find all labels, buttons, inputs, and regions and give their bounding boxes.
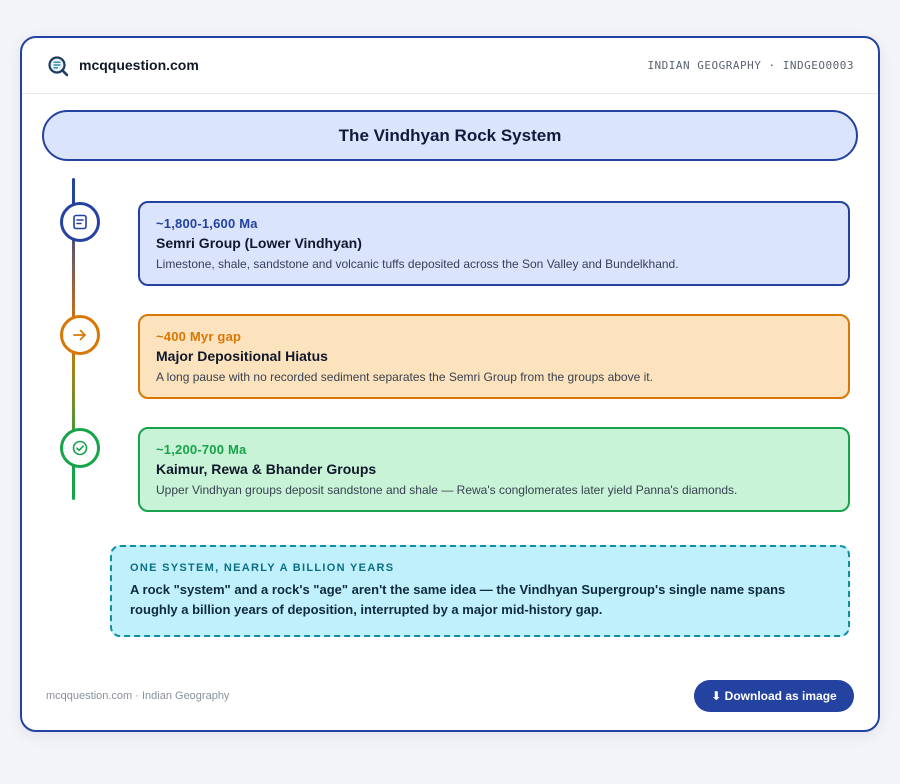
subject-code: INDIAN GEOGRAPHY · INDGEO0003 (647, 59, 854, 72)
timeline-step-2: ~400 Myr gap Major Depositional Hiatus A… (138, 314, 850, 399)
step-name: Major Depositional Hiatus (156, 348, 328, 364)
footer-credit: mcqquestion.com · Indian Geography (46, 690, 230, 702)
note-body: A rock "system" and a rock's "age" aren'… (130, 582, 786, 617)
title-banner: The Vindhyan Rock System (42, 110, 858, 161)
step-date: ~1,800-1,600 Ma (156, 216, 258, 231)
step-date: ~400 Myr gap (156, 329, 242, 344)
download-button[interactable]: ⬇ Download as image (694, 680, 854, 712)
note-kicker: ONE SYSTEM, NEARLY A BILLION YEARS (130, 562, 395, 574)
timeline-node-2 (60, 315, 100, 355)
timeline-step-1: ~1,800-1,600 Ma Semri Group (Lower Vindh… (138, 201, 850, 286)
step-name: Semri Group (Lower Vindhyan) (156, 235, 362, 251)
arrow-right-icon (73, 329, 86, 341)
step-date: ~1,200-700 Ma (156, 442, 247, 457)
step-description: Upper Vindhyan groups deposit sandstone … (156, 483, 738, 497)
page-title: The Vindhyan Rock System (338, 125, 562, 145)
timeline-step-3: ~1,200-700 Ma Kaimur, Rewa & Bhander Gro… (138, 427, 850, 512)
step-name: Kaimur, Rewa & Bhander Groups (156, 461, 377, 477)
timeline-node-1 (60, 202, 100, 242)
document-icon (73, 214, 87, 230)
timeline-node-3 (60, 428, 100, 468)
infographic-card: mcqquestion.com INDIAN GEOGRAPHY · INDGE… (20, 36, 880, 732)
brand-name[interactable]: mcqquestion.com (79, 57, 199, 73)
callout-note: ONE SYSTEM, NEARLY A BILLION YEARS A roc… (110, 545, 850, 637)
magnifier-document-icon (48, 56, 69, 77)
check-circle-icon (72, 440, 88, 456)
step-description: A long pause with no recorded sediment s… (156, 370, 653, 384)
header: mcqquestion.com INDIAN GEOGRAPHY · INDGE… (22, 38, 878, 94)
step-description: Limestone, shale, sandstone and volcanic… (156, 257, 679, 271)
